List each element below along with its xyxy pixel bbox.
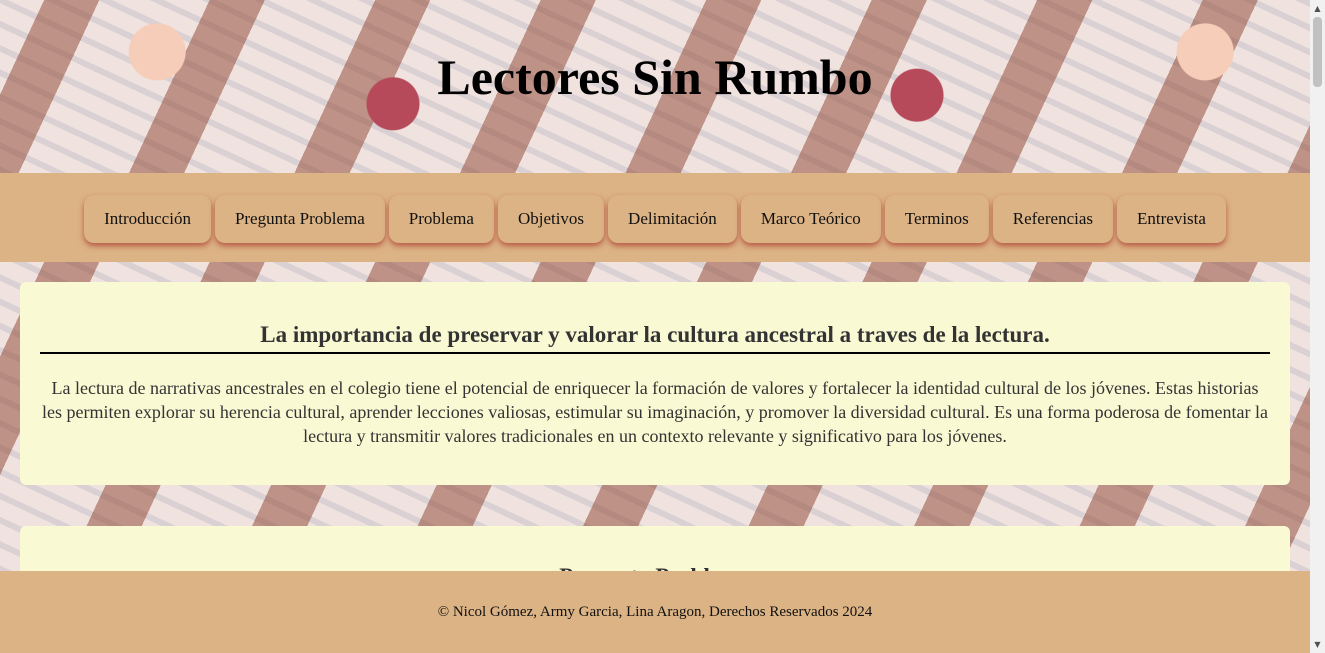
section-heading: La importancia de preservar y valorar la… xyxy=(40,322,1270,354)
footer: © Nicol Gómez, Army Garcia, Lina Aragon,… xyxy=(0,571,1310,653)
nav-item-objetivos[interactable]: Objetivos xyxy=(497,195,605,243)
main-nav: Introducción Pregunta Problema Problema … xyxy=(0,173,1310,262)
nav-item-introduccion[interactable]: Introducción xyxy=(84,195,211,243)
header-banner: Lectores Sin Rumbo xyxy=(0,0,1310,173)
nav-item-terminos[interactable]: Terminos xyxy=(884,195,989,243)
scrollbar-thumb[interactable] xyxy=(1313,17,1322,87)
copyright-text: © Nicol Gómez, Army Garcia, Lina Aragon,… xyxy=(437,603,873,620)
nav-item-pregunta-problema[interactable]: Pregunta Problema xyxy=(214,195,385,243)
nav-item-marco-teorico[interactable]: Marco Teórico xyxy=(740,195,881,243)
nav-item-referencias[interactable]: Referencias xyxy=(992,195,1113,243)
intro-section: La importancia de preservar y valorar la… xyxy=(20,282,1290,485)
scroll-down-icon[interactable]: ▼ xyxy=(1310,636,1325,653)
section-body: La lectura de narrativas ancestrales en … xyxy=(41,378,1269,446)
nav-item-entrevista[interactable]: Entrevista xyxy=(1117,195,1226,243)
nav-item-delimitacion[interactable]: Delimitación xyxy=(608,195,737,243)
site-title: Lectores Sin Rumbo xyxy=(437,49,873,105)
nav-item-problema[interactable]: Problema xyxy=(388,195,494,243)
page-scrollbar[interactable]: ▲ ▼ xyxy=(1310,0,1325,653)
scroll-up-icon[interactable]: ▲ xyxy=(1310,0,1325,17)
